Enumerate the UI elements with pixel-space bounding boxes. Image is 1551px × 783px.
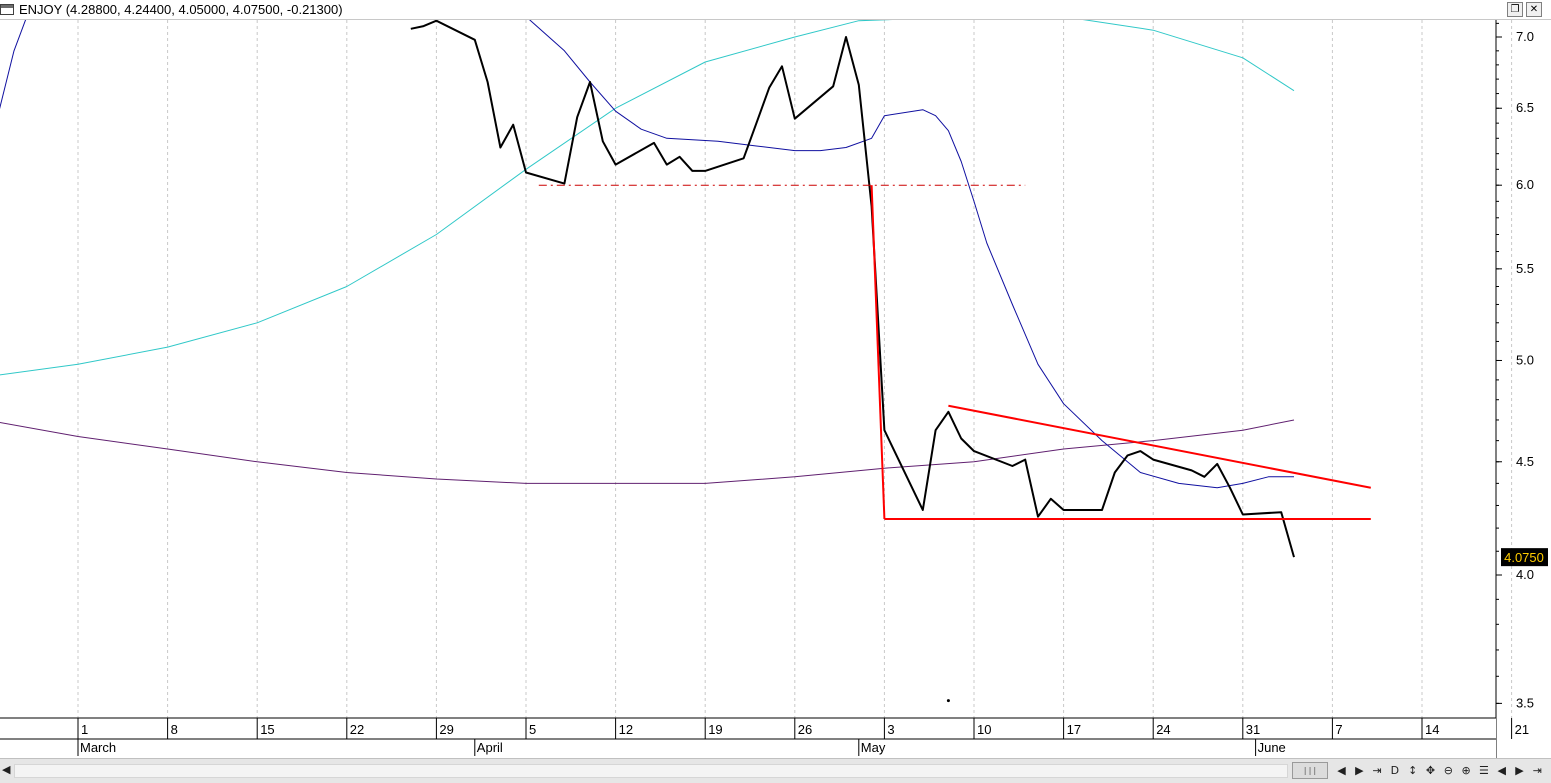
trend-drawings (538, 184, 1371, 520)
moving-average-short-line (0, 20, 1294, 489)
price-axis: 7.0 6.5 6.0 5.5 5.0 4.5 4.0 3.5 4.0750 (1495, 20, 1548, 758)
cursor-button[interactable]: ↕ (1405, 762, 1420, 779)
price-tick-label: 3.5 (1516, 695, 1534, 710)
month-label: March (80, 740, 116, 755)
date-tick-label: 3 (887, 722, 894, 737)
scroll-track[interactable] (14, 764, 1288, 778)
crosshair-button[interactable]: ✥ (1423, 762, 1438, 779)
page-right-button[interactable]: ▶ (1512, 762, 1527, 779)
date-axis: 2218152229512192631017243171421MarchApri… (0, 717, 1529, 758)
price-tick-label: 5.5 (1516, 261, 1534, 276)
date-tick-label: 12 (619, 722, 633, 737)
date-tick-label: 19 (708, 722, 722, 737)
marker-dot (946, 699, 950, 703)
drawing-line-3[interactable] (948, 404, 1371, 489)
date-tick-label: 10 (977, 722, 991, 737)
date-tick-label: 31 (1246, 722, 1260, 737)
scroll-thumb[interactable]: ||| (1292, 762, 1328, 779)
date-tick-label: 15 (260, 722, 274, 737)
date-tick-label: 1 (81, 722, 88, 737)
scroll-left-icon[interactable]: ◀ (2, 763, 10, 776)
price-tick-label: 5.0 (1516, 352, 1534, 367)
zoom-in-button[interactable]: ⊕ (1459, 762, 1474, 779)
month-label: June (1258, 740, 1286, 755)
page-left-button[interactable]: ◀ (1494, 762, 1509, 779)
price-line (410, 20, 1295, 558)
menu-button[interactable]: ☰ (1476, 762, 1491, 779)
price-tick-label: 6.0 (1516, 177, 1534, 192)
price-tick-label: 4.5 (1516, 454, 1534, 469)
scroll-right-button[interactable]: ▶ (1352, 762, 1367, 779)
page-end-button[interactable]: ⇥ (1530, 762, 1545, 779)
price-chart[interactable]: 7.06.56.05.55.04.54.03.54.0750 221815222… (0, 0, 1551, 758)
last-value-label: 4.0750 (1504, 550, 1544, 565)
date-tick-label: 24 (1156, 722, 1170, 737)
scroll-left-button[interactable]: ◀ (1334, 762, 1349, 779)
moving-average-medium-line (0, 20, 1295, 376)
date-tick-label: 21 (1515, 722, 1529, 737)
period-daily-button[interactable]: D (1387, 762, 1402, 779)
date-tick-label: 14 (1425, 722, 1439, 737)
zoom-out-button[interactable]: ⊖ (1441, 762, 1456, 779)
price-tick-label: 6.5 (1516, 100, 1534, 115)
chart-scrollbar[interactable]: ◀ ||| ◀ ▶ ⇥ D ↕ ✥ ⊖ ⊕ ☰ ◀ ▶ ⇥ (0, 758, 1551, 783)
month-label: April (477, 740, 503, 755)
month-label: May (861, 740, 886, 755)
date-tick-label: 7 (1335, 722, 1342, 737)
moving-average-long-line (0, 419, 1295, 484)
chart-series (0, 20, 1295, 703)
price-tick-label: 7.0 (1516, 29, 1534, 44)
date-tick-label: 29 (439, 722, 453, 737)
scroll-end-button[interactable]: ⇥ (1370, 762, 1385, 779)
date-tick-label: 17 (1067, 722, 1081, 737)
price-tick-label: 4.0 (1516, 567, 1534, 582)
date-tick-label: 22 (350, 722, 364, 737)
date-tick-label: 5 (529, 722, 536, 737)
date-tick-label: 26 (798, 722, 812, 737)
date-tick-label: 8 (171, 722, 178, 737)
